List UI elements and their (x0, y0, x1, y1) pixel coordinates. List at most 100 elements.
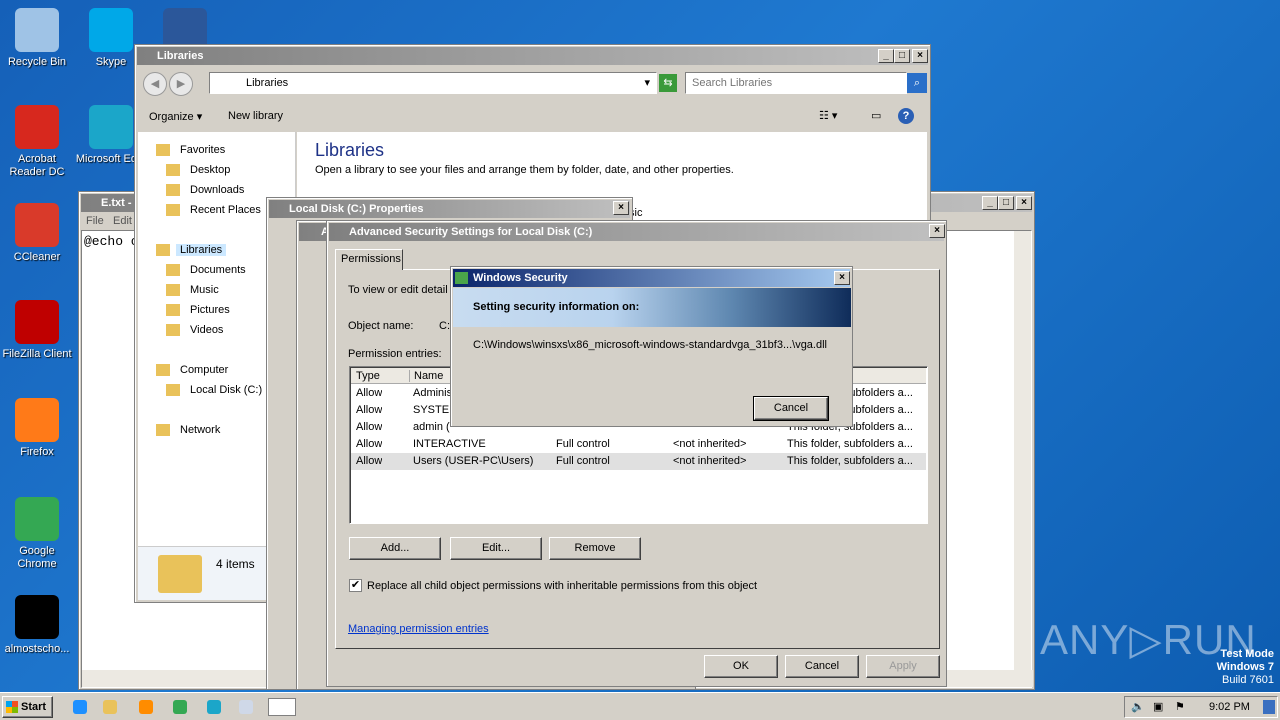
network-icon[interactable]: ▣ (1153, 700, 1163, 713)
chrome-icon[interactable] (170, 698, 190, 716)
recycle-bin-icon (15, 8, 59, 52)
folder-icon (166, 204, 180, 216)
desktop-icon[interactable]: Google Chrome (0, 497, 74, 571)
vertical-scrollbar[interactable] (1014, 231, 1031, 671)
table-row[interactable]: Allow Users (USER-PC\Users) Full control <n… (351, 453, 926, 470)
nav-item[interactable]: Music (166, 284, 223, 296)
folder-icon (156, 144, 170, 156)
acrobat-icon (15, 105, 59, 149)
menu-edit[interactable]: Edit (113, 215, 132, 227)
tab-permissions[interactable]: Permissions (335, 249, 403, 270)
nav-item[interactable]: Favorites (156, 144, 229, 156)
ok-button[interactable]: OK (704, 655, 778, 678)
libraries-subtitle: Open a library to see your files and arr… (315, 164, 734, 176)
libraries-folder-icon (158, 555, 202, 593)
folder-icon (166, 164, 180, 176)
folder-icon (166, 264, 180, 276)
search-input[interactable] (685, 72, 907, 94)
apply-button[interactable]: Apply (866, 655, 940, 678)
address-bar[interactable]: Libraries ▾ (209, 72, 657, 94)
nav-item[interactable]: Documents (166, 264, 250, 276)
managing-permissions-link[interactable]: Managing permission entries (348, 623, 489, 635)
new-library-button[interactable]: New library (228, 110, 283, 122)
advanced-title: Advanced Security Settings for Local Dis… (329, 223, 944, 241)
explorer-icon[interactable] (100, 698, 120, 716)
edit-button[interactable]: Edit... (450, 537, 542, 560)
item-count: 4 items (216, 557, 255, 571)
chrome-icon (15, 497, 59, 541)
close-button[interactable]: × (929, 224, 945, 238)
security-title: Windows Security (453, 269, 850, 287)
organize-button[interactable]: Organize ▾ (149, 110, 202, 123)
minimize-button[interactable]: _ (878, 49, 894, 63)
show-desktop-icon[interactable] (1263, 700, 1275, 714)
edge-icon[interactable] (204, 698, 224, 716)
table-row[interactable]: Allow INTERACTIVE Full control <not inherit… (351, 436, 926, 453)
folder-icon (156, 364, 170, 376)
properties-title: Local Disk (C:) Properties (269, 200, 630, 218)
libraries-title: Libraries (137, 47, 928, 65)
security-cancel-button[interactable]: Cancel (753, 396, 829, 421)
maximize-button[interactable]: □ (894, 49, 910, 63)
nav-item[interactable]: Local Disk (C:) (166, 384, 266, 396)
security-path: C:\Windows\winsxs\x86_microsoft-windows-… (473, 339, 827, 351)
column-header[interactable]: Name (409, 370, 443, 382)
search-icon[interactable]: ⌕ (907, 73, 927, 93)
folder-icon (156, 424, 170, 436)
folder-icon (156, 244, 170, 256)
properties-icon[interactable] (268, 698, 296, 716)
remove-button[interactable]: Remove (549, 537, 641, 560)
column-header[interactable]: Type (356, 370, 380, 382)
desktop-icon[interactable]: CCleaner (0, 203, 74, 264)
ccleaner-icon (15, 203, 59, 247)
close-button[interactable]: × (912, 49, 928, 63)
chevron-down-icon[interactable]: ▾ (644, 76, 650, 89)
close-button[interactable]: × (613, 201, 629, 215)
back-button[interactable]: ◀ (143, 72, 167, 96)
add-button[interactable]: Add... (349, 537, 441, 560)
ie-icon[interactable] (70, 698, 90, 716)
help-icon[interactable]: ? (898, 108, 914, 124)
nav-item[interactable]: Computer (156, 364, 232, 376)
desktop-icon[interactable]: Acrobat Reader DC (0, 105, 74, 179)
cancel-button[interactable]: Cancel (785, 655, 859, 678)
security-banner: Setting security information on: (453, 288, 851, 327)
clock[interactable]: 9:02 PM (1209, 701, 1250, 713)
desktop-icon[interactable]: Recycle Bin (0, 8, 74, 69)
nav-item[interactable]: Recent Places (166, 204, 265, 216)
flag-icon[interactable]: ⚑ (1175, 700, 1185, 713)
forward-button[interactable]: ▶ (169, 72, 193, 96)
taskbar: Start 🔈 ▣ ⚑ 9:02 PM (0, 692, 1280, 720)
nav-item[interactable]: Videos (166, 324, 227, 336)
close-button[interactable]: × (1016, 196, 1032, 210)
filezilla-icon (15, 300, 59, 344)
notepad-icon[interactable] (236, 698, 256, 716)
minimize-button[interactable]: _ (982, 196, 998, 210)
start-button[interactable]: Start (2, 696, 53, 718)
media-player-icon[interactable] (136, 698, 156, 716)
nav-item[interactable]: Network (156, 424, 224, 436)
nav-item[interactable]: Libraries (156, 244, 227, 256)
desktop-icon[interactable]: almostscho... (0, 595, 74, 656)
menu-file[interactable]: File (86, 215, 104, 227)
preview-pane-icon[interactable]: ▭ (871, 109, 881, 122)
maximize-button[interactable]: □ (998, 196, 1014, 210)
firefox-icon (15, 398, 59, 442)
nav-item[interactable]: Pictures (166, 304, 234, 316)
replace-permissions-checkbox[interactable]: ✔ (349, 579, 362, 592)
folder-icon (166, 184, 180, 196)
desktop-icon[interactable]: FileZilla Client (0, 300, 74, 361)
nav-item[interactable]: Downloads (166, 184, 248, 196)
refresh-icon[interactable]: ⇆ (659, 74, 677, 92)
edge-icon (89, 105, 133, 149)
folder-icon (166, 384, 180, 396)
volume-icon[interactable]: 🔈 (1131, 700, 1145, 713)
folder-icon (166, 324, 180, 336)
close-button[interactable]: × (834, 271, 850, 285)
skype-icon (89, 8, 133, 52)
nav-item[interactable]: Desktop (166, 164, 234, 176)
windows-security-dialog: Windows Security × Setting security info… (450, 266, 853, 427)
desktop-icon[interactable]: Firefox (0, 398, 74, 459)
windows-security-icon (455, 272, 468, 284)
view-options-icon[interactable]: ☷ ▾ (819, 109, 837, 122)
